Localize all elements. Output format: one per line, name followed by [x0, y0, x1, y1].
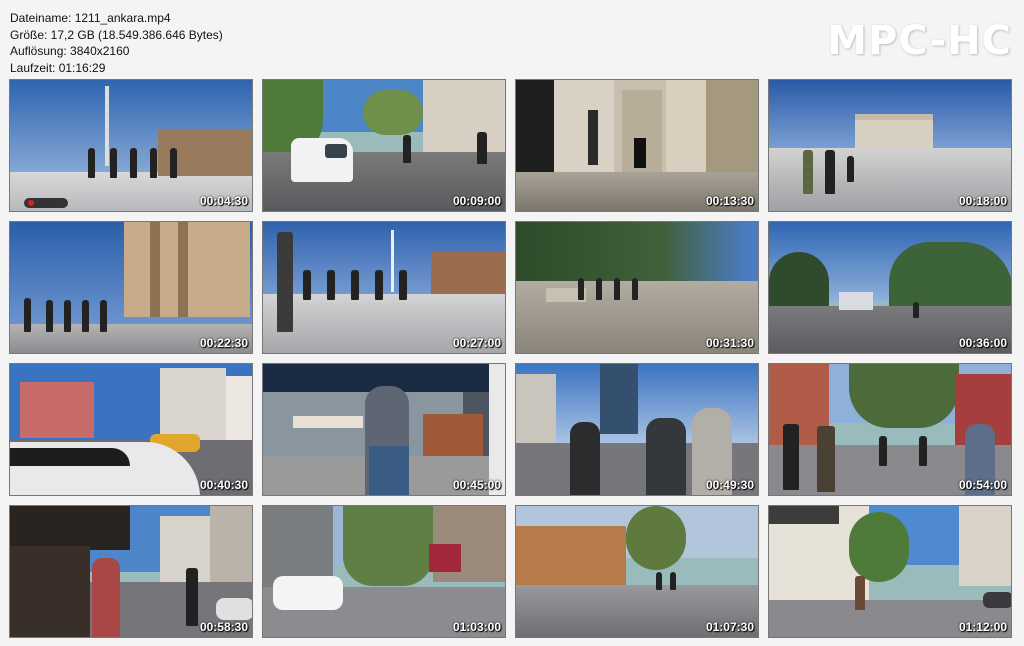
thumbnail-12: 00:54:00: [768, 363, 1012, 496]
thumbnail-9: 00:40:30: [9, 363, 253, 496]
thumbnail-grid: 00:04:30 00:09:00 00:13:30 00:18:00 00:2…: [9, 79, 1012, 638]
timestamp: 00:49:30: [705, 478, 754, 492]
thumbnail-8: 00:36:00: [768, 221, 1012, 354]
duration-text: Laufzeit: 01:16:29: [10, 60, 106, 75]
mpc-hc-logo: MPC-HC: [827, 18, 1012, 64]
timestamp: 00:09:00: [452, 194, 501, 208]
thumbnail-16: 01:12:00: [768, 505, 1012, 638]
filename-text: Dateiname: 1211_ankara.mp4: [10, 11, 171, 25]
timestamp: 00:13:30: [705, 194, 754, 208]
timestamp: 00:18:00: [958, 194, 1007, 208]
thumbnail-6: 00:27:00: [262, 221, 506, 354]
timestamp: 00:31:30: [705, 336, 754, 350]
timestamp: 00:22:30: [199, 336, 248, 350]
timestamp: 01:03:00: [452, 620, 501, 634]
resolution-text: Auflösung: 3840x2160: [10, 44, 130, 58]
filesize-text: Größe: 17,2 GB (18.549.386.646 Bytes): [10, 27, 223, 42]
thumbnail-13: 00:58:30: [9, 505, 253, 638]
timestamp: 00:40:30: [199, 478, 248, 492]
file-info-panel: Dateiname: 1211_ankara.mp4 Größe: 17,2 G…: [10, 10, 223, 76]
thumbnail-15: 01:07:30: [515, 505, 759, 638]
timestamp: 00:36:00: [958, 336, 1007, 350]
thumbnail-10: 00:45:00: [262, 363, 506, 496]
thumbnail-14: 01:03:00: [262, 505, 506, 638]
timestamp: 01:07:30: [705, 620, 754, 634]
timestamp: 00:54:00: [958, 478, 1007, 492]
timestamp: 00:04:30: [199, 194, 248, 208]
thumbnail-4: 00:18:00: [768, 79, 1012, 212]
thumbnail-3: 00:13:30: [515, 79, 759, 212]
thumbnail-1: 00:04:30: [9, 79, 253, 212]
thumbnail-7: 00:31:30: [515, 221, 759, 354]
timestamp: 00:58:30: [199, 620, 248, 634]
timestamp: 00:45:00: [452, 478, 501, 492]
timestamp: 00:27:00: [452, 336, 501, 350]
thumbnail-11: 00:49:30: [515, 363, 759, 496]
thumbnail-5: 00:22:30: [9, 221, 253, 354]
timestamp: 01:12:00: [958, 620, 1007, 634]
thumbnail-2: 00:09:00: [262, 79, 506, 212]
